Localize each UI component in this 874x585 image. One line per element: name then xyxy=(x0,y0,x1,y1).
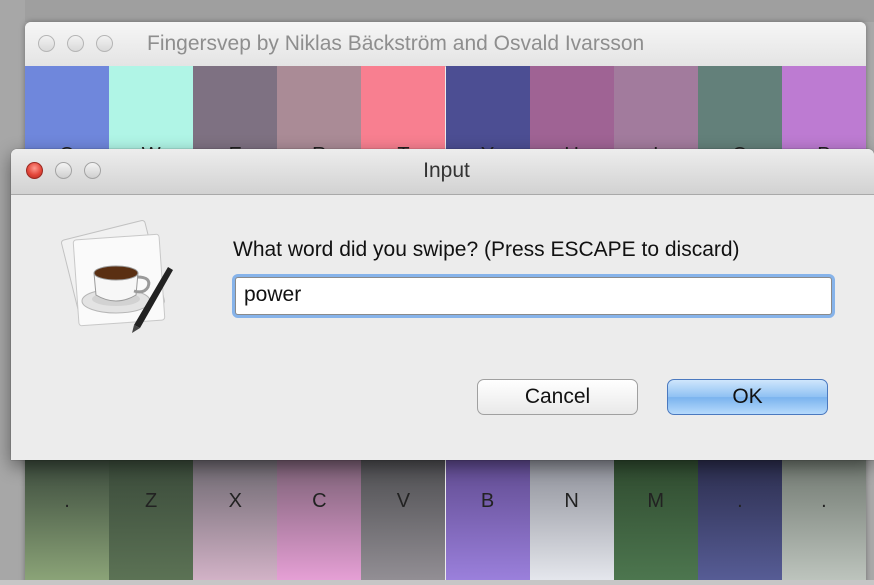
close-icon[interactable] xyxy=(38,35,55,52)
zoom-icon[interactable] xyxy=(96,35,113,52)
key-label: . xyxy=(737,490,743,512)
key-label: V xyxy=(396,490,411,512)
prompt-label: What word did you swipe? (Press ESCAPE t… xyxy=(233,238,740,261)
key-c[interactable]: C xyxy=(277,460,362,585)
key-label: Z xyxy=(145,490,158,512)
key-period[interactable]: . xyxy=(25,460,110,585)
key-label: X xyxy=(228,490,242,512)
minimize-icon[interactable] xyxy=(67,35,84,52)
key-label: . xyxy=(821,490,827,512)
key-period[interactable]: . xyxy=(781,460,866,585)
dialog-title: Input xyxy=(423,159,470,182)
desktop-background-bottom xyxy=(0,580,874,585)
key-n[interactable]: N xyxy=(529,460,614,585)
cancel-button[interactable]: Cancel xyxy=(477,379,638,415)
main-window-titlebar: Fingersvep by Niklas Bäckström and Osval… xyxy=(25,22,866,67)
main-window-title: Fingersvep by Niklas Bäckström and Osval… xyxy=(147,32,645,55)
key-x[interactable]: X xyxy=(193,460,278,585)
key-z[interactable]: Z xyxy=(109,460,194,585)
key-v[interactable]: V xyxy=(361,460,446,585)
key-label: B xyxy=(480,490,495,512)
key-label: N xyxy=(564,490,579,512)
input-dialog: Input What word did you swipe? (Press ES… xyxy=(11,149,874,460)
key-b[interactable]: B xyxy=(445,460,530,585)
key-label: C xyxy=(312,490,327,512)
word-input[interactable]: power xyxy=(235,277,832,315)
key-label: M xyxy=(647,490,665,512)
key-m[interactable]: M xyxy=(613,460,698,585)
desktop-background-top xyxy=(0,0,874,22)
dialog-titlebar: Input xyxy=(11,149,874,195)
key-period[interactable]: . xyxy=(697,460,782,585)
key-label: . xyxy=(64,490,70,512)
java-coffee-cup-icon xyxy=(56,215,186,345)
ok-button[interactable]: OK xyxy=(667,379,828,415)
